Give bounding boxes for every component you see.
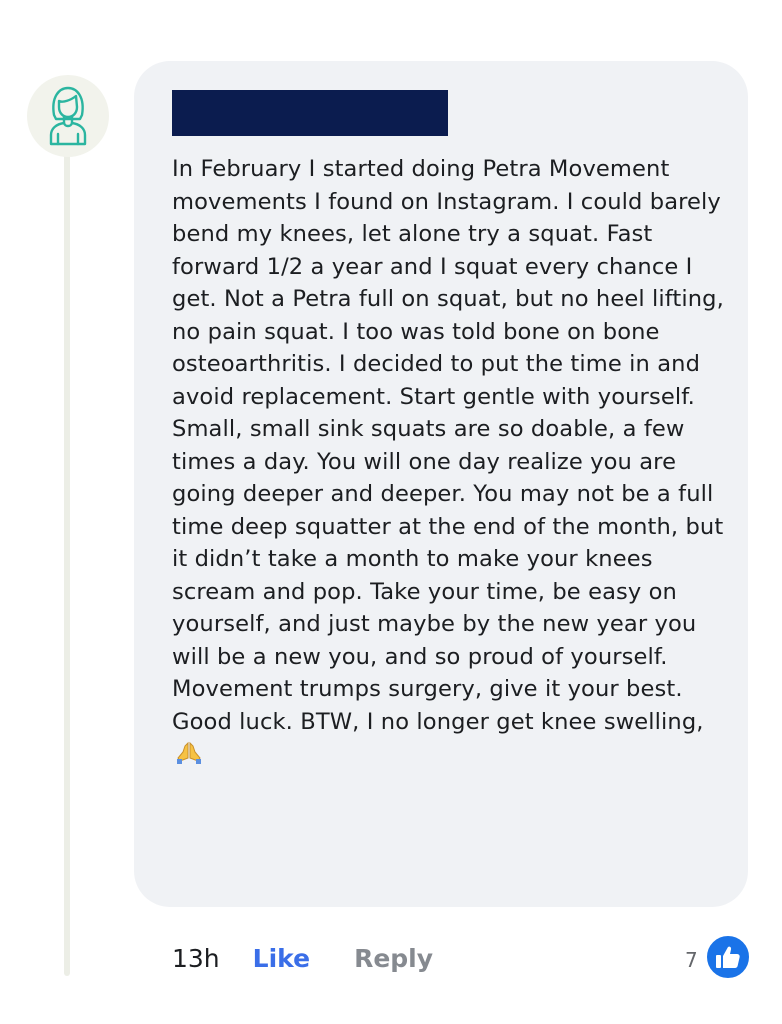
- comment-thread: [redacted] In February I started doing P…: [0, 0, 782, 1024]
- comment-actions: 13h Like Reply: [172, 940, 433, 976]
- thumbs-up-icon: [703, 933, 752, 981]
- comment-bubble: [redacted] In February I started doing P…: [134, 61, 748, 907]
- reaction-count: 7: [685, 948, 698, 972]
- comment-timestamp: 13h: [172, 943, 220, 973]
- comment-text: In February I started doing Petra Moveme…: [172, 153, 724, 774]
- thread-line: [64, 150, 70, 976]
- comment-body: In February I started doing Petra Moveme…: [172, 156, 724, 735]
- reply-button[interactable]: Reply: [354, 944, 433, 973]
- woman-avatar-icon: [49, 86, 87, 146]
- reactions-summary[interactable]: 7: [685, 933, 752, 981]
- author-name-redacted[interactable]: [redacted]: [172, 90, 448, 136]
- folded-hands-icon: [176, 740, 202, 774]
- avatar[interactable]: [27, 75, 109, 157]
- like-button[interactable]: Like: [253, 944, 310, 973]
